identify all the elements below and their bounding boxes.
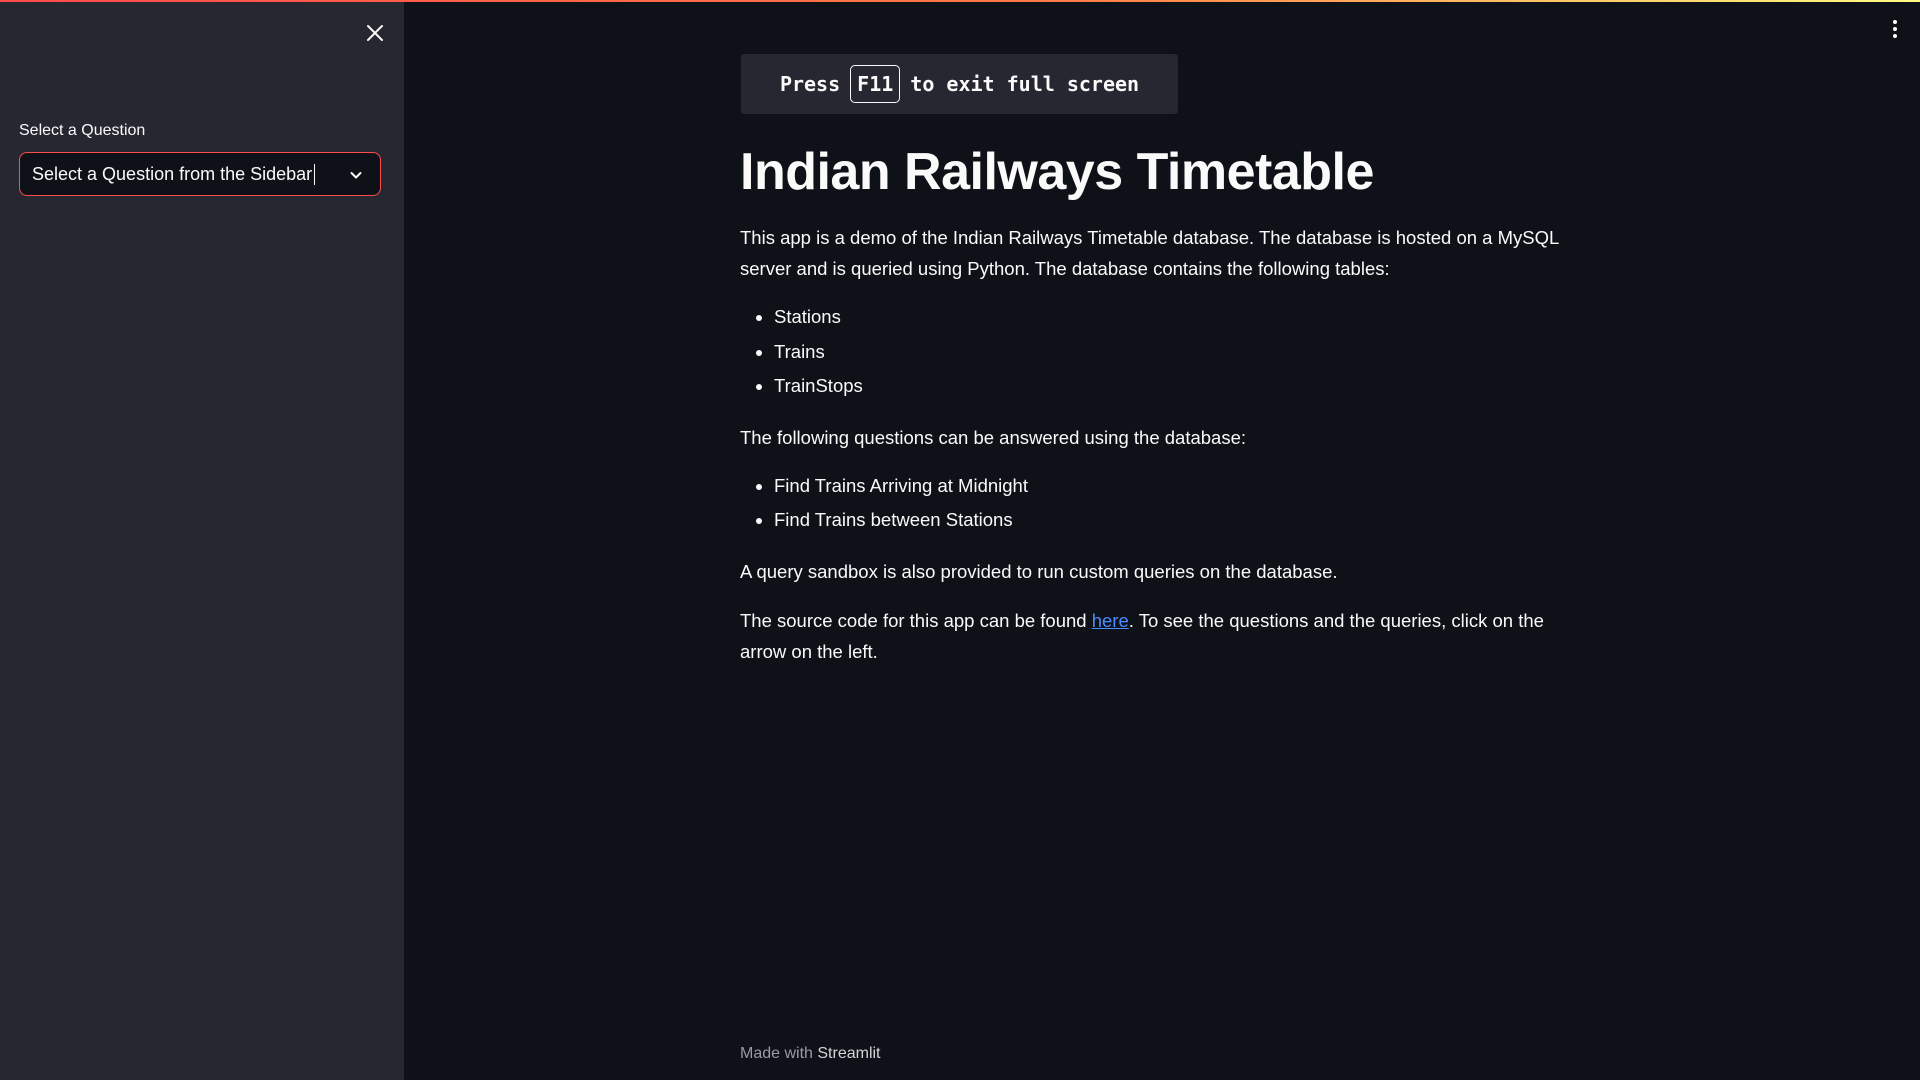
- intro-paragraph: This app is a demo of the Indian Railway…: [740, 227, 1559, 279]
- main-content: Indian Railways Timetable This app is a …: [740, 140, 1580, 667]
- kebab-menu-icon: [1893, 20, 1897, 24]
- top-decoration-bar: [0, 0, 1920, 2]
- close-icon: [367, 25, 383, 41]
- streamlit-link[interactable]: Streamlit: [817, 1045, 880, 1062]
- sidebar: Select a Question Select a Question from…: [0, 0, 404, 1080]
- source-prefix: The source code for this app can be foun…: [740, 609, 1092, 631]
- fullscreen-toast: Press F11 to exit full screen: [741, 54, 1178, 114]
- close-sidebar-button[interactable]: [360, 18, 390, 48]
- footer-prefix: Made with: [740, 1045, 813, 1062]
- tables-list: Stations Trains TrainStops: [740, 300, 1580, 404]
- toast-suffix: to exit full screen: [910, 72, 1140, 96]
- kebab-menu-dot: [1893, 27, 1897, 31]
- footer: Made with Streamlit: [740, 1045, 881, 1063]
- main-menu-button[interactable]: [1880, 14, 1910, 44]
- sandbox-paragraph: A query sandbox is also provided to run …: [740, 560, 1338, 582]
- source-paragraph: The source code for this app can be foun…: [740, 605, 1580, 667]
- list-item: Find Trains between Stations: [774, 503, 1580, 538]
- page-title: Indian Railways Timetable: [740, 143, 1374, 201]
- toast-prefix: Press: [779, 72, 841, 96]
- source-code-link[interactable]: here: [1092, 610, 1129, 631]
- list-item: Stations: [774, 300, 1580, 335]
- chevron-down-icon: [346, 165, 366, 185]
- select-question-label: Select a Question: [19, 122, 146, 139]
- questions-list: Find Trains Arriving at Midnight Find Tr…: [740, 469, 1580, 538]
- question-select-value: Select a Question from the Sidebar: [32, 163, 316, 185]
- app-root: Select a Question Select a Question from…: [0, 0, 1920, 1080]
- list-item: TrainStops: [774, 369, 1580, 404]
- list-item: Trains: [774, 335, 1580, 370]
- question-select[interactable]: Select a Question from the Sidebar: [19, 152, 381, 196]
- kebab-menu-dot: [1893, 34, 1897, 38]
- questions-intro: The following questions can be answered …: [740, 426, 1247, 448]
- toast-key: F11: [850, 65, 901, 103]
- list-item: Find Trains Arriving at Midnight: [774, 469, 1580, 504]
